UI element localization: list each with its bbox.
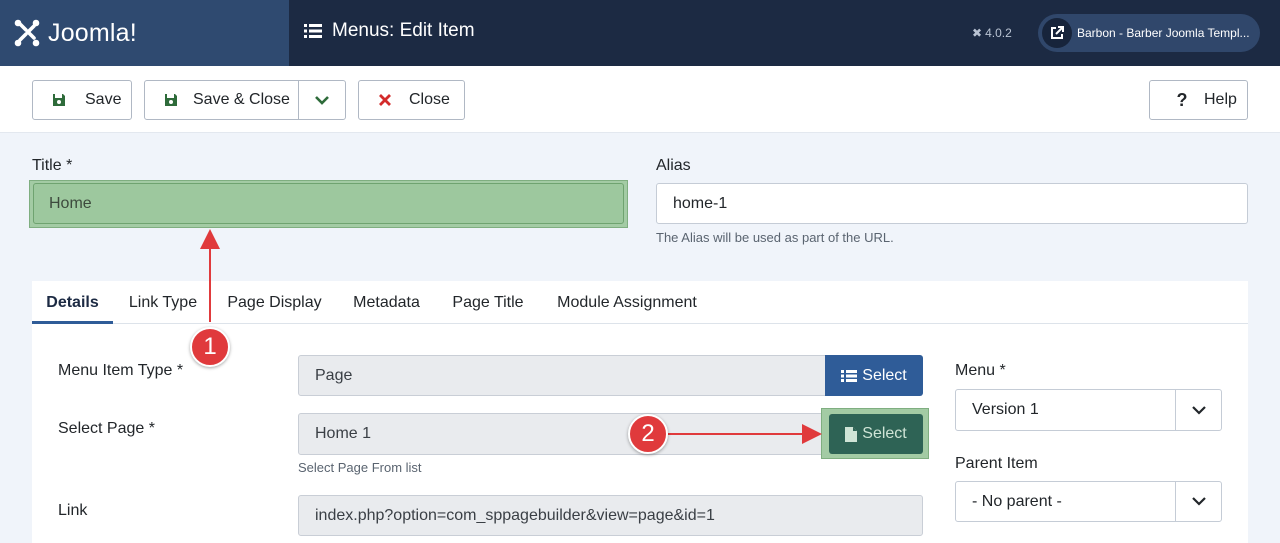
title-input[interactable]: Home [33, 183, 624, 224]
tab-details[interactable]: Details [32, 281, 113, 324]
menu-item-type-field: Page [298, 355, 826, 396]
view-site-button[interactable]: Barbon - Barber Joomla Templ... [1038, 14, 1260, 52]
list-icon [304, 24, 322, 38]
select-menu-item-type-button[interactable]: Select [825, 355, 923, 396]
chevron-down-icon [315, 96, 329, 105]
parent-item-select[interactable]: - No parent - [955, 481, 1222, 522]
annotation-marker-2: 2 [628, 414, 668, 454]
save-icon [163, 92, 179, 108]
chevron-down-icon [1175, 390, 1221, 430]
joomla-logo[interactable]: Joomla! [0, 0, 289, 66]
joomla-logo-icon [14, 19, 40, 47]
save-label: Save [85, 91, 122, 108]
annotation-marker-1: 1 [190, 327, 230, 367]
tab-page-title[interactable]: Page Title [442, 281, 534, 324]
tab-link-type[interactable]: Link Type [118, 281, 208, 324]
chevron-down-icon [1175, 482, 1221, 521]
tab-bar: Details Link Type Page Display Metadata … [32, 281, 1248, 324]
version-number: 4.0.2 [985, 26, 1012, 40]
page-title: Menus: Edit Item [304, 20, 475, 42]
admin-header: Joomla! Menus: Edit Item ✖ 4.0.2 Barbon … [0, 0, 1280, 66]
parent-item-label: Parent Item [955, 455, 1038, 472]
menu-label: Menu * [955, 362, 1006, 379]
select-page-button[interactable]: Select [829, 414, 923, 454]
select-page-help: Select Page From list [298, 460, 422, 475]
save-close-button[interactable]: Save & Close [144, 80, 346, 120]
toolbar: Save Save & Close Close ? Help [0, 66, 1280, 133]
external-link-icon [1042, 18, 1072, 48]
select-label: Select [862, 366, 907, 384]
alias-label: Alias [656, 157, 691, 174]
close-icon [377, 92, 393, 108]
tab-page-display[interactable]: Page Display [218, 281, 331, 324]
page-title-text: Menus: Edit Item [332, 20, 475, 41]
save-button[interactable]: Save [32, 80, 132, 120]
menu-select[interactable]: Version 1 [955, 389, 1222, 431]
joomla-small-icon: ✖ [972, 26, 983, 40]
file-icon [845, 426, 858, 442]
version-info: ✖ 4.0.2 [972, 26, 1012, 40]
alias-input[interactable]: home-1 [656, 183, 1248, 224]
tab-metadata[interactable]: Metadata [342, 281, 431, 324]
menu-item-type-label: Menu Item Type * [58, 362, 184, 379]
save-close-label: Save & Close [193, 91, 290, 108]
question-icon: ? [1176, 89, 1188, 110]
select-page-label: Select Page * [58, 420, 155, 437]
alias-help-text: The Alias will be used as part of the UR… [656, 230, 894, 245]
help-button[interactable]: ? Help [1149, 80, 1248, 120]
parent-item-value: - No parent - [972, 493, 1062, 510]
tab-module-assignment[interactable]: Module Assignment [546, 281, 708, 324]
save-icon [51, 92, 67, 108]
site-name: Barbon - Barber Joomla Templ... [1077, 26, 1250, 40]
select-page-field: Home 1 [298, 413, 824, 455]
logo-text: Joomla! [48, 18, 137, 47]
close-button[interactable]: Close [358, 80, 465, 120]
close-label: Close [409, 91, 450, 108]
list-icon [841, 369, 858, 383]
menu-select-value: Version 1 [972, 401, 1039, 418]
select-page-button-label: Select [862, 425, 907, 442]
save-options-dropdown[interactable] [299, 81, 345, 119]
link-label: Link [58, 502, 88, 519]
help-label: Help [1204, 91, 1237, 108]
link-field: index.php?option=com_sppagebuilder&view=… [298, 495, 923, 536]
title-label: Title * [32, 157, 73, 174]
